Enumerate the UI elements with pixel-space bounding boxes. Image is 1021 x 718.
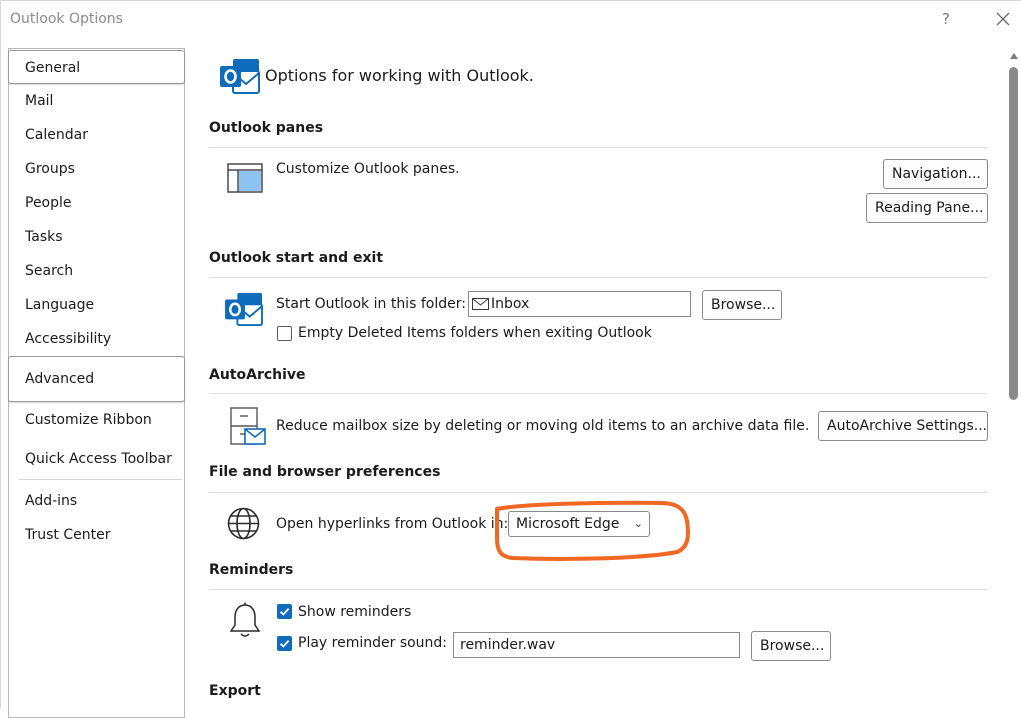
section-title-outlook-panes: Outlook panes xyxy=(209,120,324,136)
sidebar-item-tasks[interactable]: Tasks xyxy=(9,220,184,254)
window-title: Outlook Options xyxy=(10,11,123,27)
section-divider xyxy=(209,147,988,148)
sidebar-divider xyxy=(19,479,182,480)
sidebar-item-mail[interactable]: Mail xyxy=(9,84,184,118)
browse-sound-button[interactable]: Browse... xyxy=(751,631,831,661)
panes-icon xyxy=(227,163,263,193)
close-icon xyxy=(996,12,1010,26)
sidebar-item-language[interactable]: Language xyxy=(9,288,184,322)
show-reminders-checkbox[interactable] xyxy=(277,604,292,619)
sidebar-item-trust-center[interactable]: Trust Center xyxy=(9,518,184,552)
scroll-thumb[interactable] xyxy=(1009,67,1018,400)
section-title-autoarchive: AutoArchive xyxy=(209,367,306,383)
autoarchive-settings-button[interactable]: AutoArchive Settings... xyxy=(818,411,988,441)
sidebar-item-calendar[interactable]: Calendar xyxy=(9,118,184,152)
checkmark-icon xyxy=(279,607,290,616)
section-title-export: Export xyxy=(209,683,261,699)
browse-sound-button-label: Browse... xyxy=(760,638,825,654)
sidebar-item-people[interactable]: People xyxy=(9,186,184,220)
envelope-icon xyxy=(472,298,489,310)
close-button[interactable] xyxy=(991,7,1015,31)
reading-pane-button[interactable]: Reading Pane... xyxy=(866,193,988,223)
checkmark-icon xyxy=(279,639,290,648)
browser-dropdown[interactable]: Microsoft Edge ⌄ xyxy=(508,511,650,537)
bell-icon xyxy=(229,602,261,637)
page-header: Options for working with Outlook. xyxy=(265,66,534,85)
autoarchive-description: Reduce mailbox size by deleting or movin… xyxy=(276,418,810,434)
browser-dropdown-value: Microsoft Edge xyxy=(516,516,620,532)
section-title-start-exit: Outlook start and exit xyxy=(209,250,384,266)
start-folder-value: Inbox xyxy=(491,296,530,312)
empty-deleted-label: Empty Deleted Items folders when exiting… xyxy=(298,325,652,341)
reading-pane-button-label: Reading Pane... xyxy=(875,200,984,216)
sidebar-item-general[interactable]: General xyxy=(8,50,185,84)
empty-deleted-checkbox[interactable] xyxy=(277,326,292,341)
archive-icon xyxy=(230,407,266,445)
browse-folder-button-label: Browse... xyxy=(711,297,776,313)
vertical-scrollbar[interactable] xyxy=(1007,51,1021,709)
section-divider xyxy=(209,492,988,493)
sidebar-item-groups[interactable]: Groups xyxy=(9,152,184,186)
sidebar-item-accessibility[interactable]: Accessibility xyxy=(9,322,184,356)
panes-description: Customize Outlook panes. xyxy=(276,161,460,177)
outlook-start-icon xyxy=(225,292,263,327)
sidebar-item-add-ins[interactable]: Add-ins xyxy=(9,484,184,518)
section-title-file-browser: File and browser preferences xyxy=(209,464,441,480)
help-button[interactable]: ? xyxy=(935,7,957,31)
sidebar-item-quick-access-toolbar[interactable]: Quick Access Toolbar xyxy=(9,442,184,476)
sidebar-item-customize-ribbon[interactable]: Customize Ribbon xyxy=(9,403,184,437)
options-dialog: Outlook Options ? General Mail Calendar … xyxy=(0,0,1021,718)
options-content: Options for working with Outlook. Outloo… xyxy=(197,48,997,709)
category-sidebar: General Mail Calendar Groups People Task… xyxy=(8,48,185,718)
play-sound-checkbox[interactable] xyxy=(277,636,292,651)
outlook-logo-icon xyxy=(220,59,260,94)
autoarchive-settings-button-label: AutoArchive Settings... xyxy=(827,418,988,434)
hyperlinks-label: Open hyperlinks from Outlook in: xyxy=(276,516,509,532)
chevron-down-icon: ⌄ xyxy=(633,517,643,530)
section-divider xyxy=(209,277,988,278)
sidebar-item-search[interactable]: Search xyxy=(9,254,184,288)
section-divider xyxy=(209,393,988,394)
start-folder-label: Start Outlook in this folder: xyxy=(276,296,466,312)
navigation-button[interactable]: Navigation... xyxy=(883,159,988,189)
navigation-button-label: Navigation... xyxy=(892,166,981,182)
reminder-sound-field[interactable]: reminder.wav xyxy=(453,632,740,658)
play-sound-label: Play reminder sound: xyxy=(298,635,448,651)
scroll-up-arrow-icon[interactable] xyxy=(1010,53,1018,59)
sidebar-item-advanced[interactable]: Advanced xyxy=(8,356,185,402)
section-title-reminders: Reminders xyxy=(209,562,294,578)
browse-folder-button[interactable]: Browse... xyxy=(702,290,782,320)
show-reminders-label: Show reminders xyxy=(298,604,412,620)
start-folder-field[interactable]: Inbox xyxy=(468,291,691,317)
section-divider xyxy=(209,589,988,590)
globe-icon xyxy=(227,507,260,540)
